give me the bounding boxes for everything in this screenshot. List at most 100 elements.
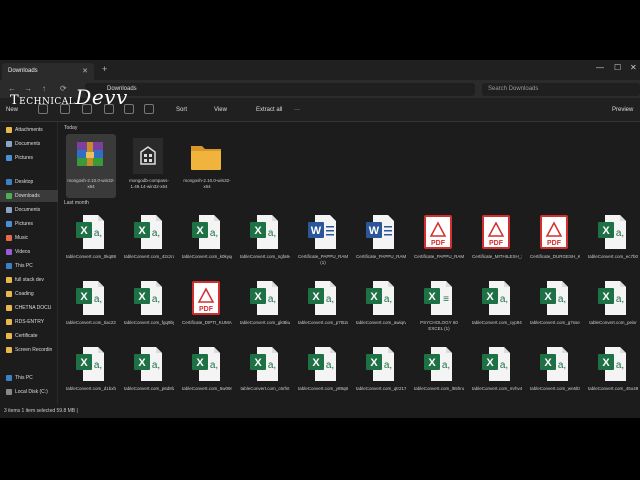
file-item[interactable]: Xa, tableConvert.com_k0kyqg: [182, 210, 232, 274]
sidebar-item-rds-entry[interactable]: RDS-ENTRY: [0, 316, 58, 328]
file-item[interactable]: Xa, tableConvert.com_0kq88z: [66, 210, 116, 274]
sidebar-item-music[interactable]: Music: [0, 232, 58, 244]
close-button[interactable]: ✕: [630, 63, 637, 72]
sidebar-item-documents[interactable]: Documents: [0, 204, 58, 216]
sidebar-item-this-pc[interactable]: This PC: [0, 372, 58, 384]
extract-all-button[interactable]: Extract all: [256, 107, 282, 113]
file-name: mongosh-2.10.0-win32-x64: [183, 178, 231, 189]
folder-icon: [6, 291, 12, 297]
file-item[interactable]: Xa, tableConvert.com_ngfa94: [240, 210, 290, 274]
svg-text:a,: a,: [558, 294, 566, 305]
search-input[interactable]: Search Downloads: [482, 83, 640, 96]
svg-text:a,: a,: [210, 228, 218, 239]
sidebar-item-this-pc[interactable]: This PC: [0, 260, 58, 272]
file-name: tableConvert.com_ngfa94: [240, 254, 290, 259]
file-name: tableConvert.com_g7sse8: [530, 320, 580, 325]
file-item[interactable]: Xa, tableConvert.com_awiqrv: [356, 276, 406, 340]
file-item[interactable]: Xa, tableConvert.com_mrhv42: [472, 342, 522, 406]
file-item[interactable]: Xa, tableConvert.com_d1bxhj: [66, 342, 116, 406]
file-item[interactable]: Xa, tableConvert.com_peisr: [588, 276, 638, 340]
folder-icon: [6, 179, 12, 185]
file-item[interactable]: Xa, tableConvert.com_l55hnq: [414, 342, 464, 406]
sidebar-item-pictures[interactable]: Pictures: [0, 218, 58, 230]
file-name: tableConvert.com_wn6lt3: [530, 386, 580, 391]
more-options-button[interactable]: ···: [294, 107, 300, 113]
file-name: tableConvert.com_awiqrv: [356, 320, 406, 325]
file-name: Certificate_PAPPU_RAM01 (1): [298, 254, 348, 265]
svg-text:PDF: PDF: [199, 306, 214, 313]
file-item[interactable]: Xa, tableConvert.com_g7sse8: [530, 276, 580, 340]
file-item[interactable]: Xa, tableConvert.com_p6d8lz: [124, 342, 174, 406]
file-item[interactable]: mongodb-compass-1.49.14-win32-x64: [124, 134, 174, 198]
sidebar-item-pictures[interactable]: Pictures: [0, 152, 58, 164]
svg-text:X: X: [312, 291, 320, 303]
file-item[interactable]: Xa, tableConvert.com_fgq9by: [124, 276, 174, 340]
svg-text:a,: a,: [94, 360, 102, 371]
file-name: Certificate_DURGESH_KUMAR01: [530, 254, 580, 259]
sidebar-item-attachments[interactable]: Attachments: [0, 124, 58, 136]
sidebar-item-desktop[interactable]: Desktop: [0, 176, 58, 188]
file-item[interactable]: Xa, tableConvert.com_qtr217: [356, 342, 406, 406]
file-item[interactable]: W Certificate_PAPPU_RAM01: [356, 210, 406, 274]
file-item[interactable]: PDF Certificate_DURGESH_KUMAR01: [530, 210, 580, 274]
file-item[interactable]: Xa, tableConvert.com_ec7b0y: [588, 210, 638, 274]
file-item[interactable]: Xa, tableConvert.com_45o498: [588, 342, 638, 406]
svg-text:a,: a,: [616, 360, 624, 371]
sidebar-item-full-stack-dev[interactable]: full stack dev: [0, 274, 58, 286]
group-header-last-month[interactable]: Last month: [64, 200, 89, 206]
sidebar-item-downloads[interactable]: Downloads: [0, 190, 58, 202]
tab-downloads[interactable]: Downloads ✕: [2, 63, 94, 80]
file-item[interactable]: W Certificate_PAPPU_RAM01 (1): [298, 210, 348, 274]
view-button[interactable]: View: [214, 107, 227, 113]
file-item[interactable]: Xa, tableConvert.com_c6rfnt: [240, 342, 290, 406]
file-item[interactable]: X ≡ PSYCHOLOGY 60 EXCEL (1): [414, 276, 464, 340]
sidebar-item-screen-recordin[interactable]: Screen Recordin: [0, 344, 58, 356]
maximize-button[interactable]: ☐: [614, 63, 621, 72]
delete-icon[interactable]: [144, 104, 154, 114]
new-tab-button[interactable]: +: [102, 64, 107, 74]
svg-text:X: X: [370, 291, 378, 303]
file-item[interactable]: Xa, tableConvert.com_p7t52d: [298, 276, 348, 340]
svg-text:X: X: [196, 225, 204, 237]
file-name: Certificate_PAPPU_RAM01: [414, 254, 464, 259]
file-item[interactable]: Xa, tableConvert.com_42czrd: [124, 210, 174, 274]
folder-icon: [6, 305, 12, 311]
file-item[interactable]: PDF Certificate_PAPPU_RAM01: [414, 210, 464, 274]
sidebar-item-documents[interactable]: Documents: [0, 138, 58, 150]
sidebar-item-certificate[interactable]: Certificate: [0, 330, 58, 342]
sort-button[interactable]: Sort: [176, 107, 187, 113]
svg-text:a,: a,: [326, 294, 334, 305]
svg-text:a,: a,: [558, 360, 566, 371]
file-name: tableConvert.com_p6d8lz: [124, 386, 174, 391]
sidebar-item-chetna-docu[interactable]: CHETNA DOCU: [0, 302, 58, 314]
sidebar-item-videos[interactable]: Videos: [0, 246, 58, 258]
file-name: tableConvert.com_tiac22: [66, 320, 116, 325]
watermark-logo: TechnicalDevv: [10, 85, 128, 109]
file-name: tableConvert.com_p7t52d: [298, 320, 348, 325]
sidebar-item-coading[interactable]: Coading: [0, 288, 58, 300]
file-item[interactable]: Xa, tableConvert.com_5w09m5: [182, 342, 232, 406]
file-name: tableConvert.com_peisr: [589, 320, 637, 325]
sidebar-item-label: Pictures: [15, 155, 34, 161]
file-item[interactable]: Xa, tableConvert.com_tiac22: [66, 276, 116, 340]
file-item[interactable]: PDF Certificate_DIPTI_KUMARI: [182, 276, 232, 340]
folder-icon: [6, 347, 12, 353]
tab-close-icon[interactable]: ✕: [82, 67, 88, 75]
file-item[interactable]: Xa, tableConvert.com_cyp944: [472, 276, 522, 340]
file-item[interactable]: PDF Certificate_MITHILESH_SAHU01: [472, 210, 522, 274]
svg-text:PDF: PDF: [547, 240, 562, 247]
svg-text:a,: a,: [384, 294, 392, 305]
file-item[interactable]: Xa, tableConvert.com_wn6lt3: [530, 342, 580, 406]
file-item[interactable]: mongosh-2.10.0-win32-x64: [66, 134, 116, 198]
minimize-button[interactable]: —: [596, 63, 604, 72]
folder-icon: [6, 127, 12, 133]
folder-icon: [6, 277, 12, 283]
file-item[interactable]: Xa, tableConvert.com_y89q8z: [298, 342, 348, 406]
sidebar-item-local-disk-c-[interactable]: Local Disk (C:): [0, 386, 58, 398]
group-header-today[interactable]: Today: [64, 125, 77, 131]
file-item[interactable]: mongosh-2.10.0-win32-x64: [182, 134, 232, 198]
file-name: tableConvert.com_0kq88z: [66, 254, 116, 259]
breadcrumb[interactable]: Downloads: [85, 83, 475, 96]
preview-button[interactable]: Preview: [612, 107, 633, 113]
file-item[interactable]: Xa, tableConvert.com_gkt8iw: [240, 276, 290, 340]
